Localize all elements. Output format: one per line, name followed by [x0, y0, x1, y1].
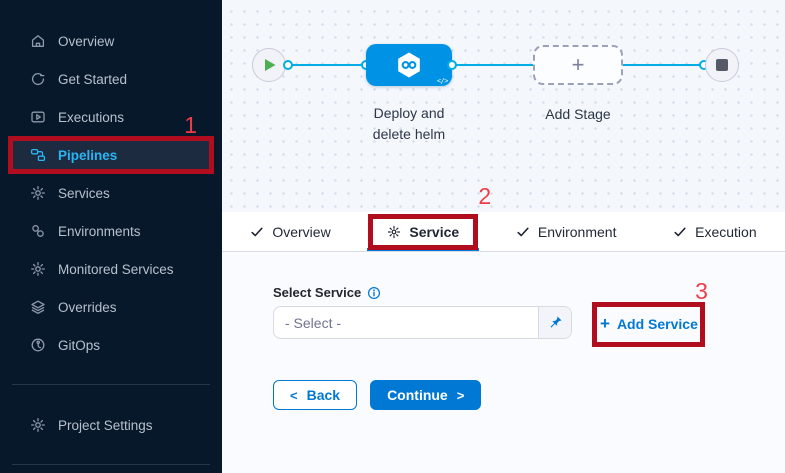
environments-icon — [30, 223, 46, 239]
sidebar-item-label: Executions — [58, 110, 124, 125]
sidebar-item-services[interactable]: Services — [13, 174, 211, 212]
pin-icon — [548, 315, 563, 330]
play-icon — [265, 59, 276, 71]
sidebar-item-label: Project Settings — [58, 418, 153, 433]
sidebar-item-monitored-services[interactable]: Monitored Services — [13, 250, 211, 288]
tab-label: Overview — [272, 224, 330, 240]
sidebar-item-pipelines[interactable]: Pipelines 1 — [13, 136, 211, 174]
services-gear-icon — [30, 185, 46, 201]
get-started-icon — [30, 71, 46, 87]
stage-tabbar: Overview Service 2 Environment — [222, 212, 785, 252]
sidebar-item-label: Overview — [58, 34, 114, 49]
sidebar-item-project-settings[interactable]: Project Settings — [13, 406, 211, 444]
cd-stage-icon — [394, 50, 424, 80]
sidebar-item-label: Environments — [58, 224, 141, 239]
tab-execution[interactable]: Execution — [669, 212, 760, 251]
tab-label: Execution — [695, 224, 756, 240]
code-icon: </> — [437, 77, 448, 85]
sidebar-item-label: GitOps — [58, 338, 100, 353]
plus-icon: + — [600, 315, 610, 332]
stop-icon — [716, 59, 728, 71]
gear-icon — [30, 417, 46, 433]
pipeline-connector-line — [269, 64, 723, 66]
main-panel: </> Deploy and delete helm + Add Stage O… — [222, 0, 785, 473]
sidebar-item-overrides[interactable]: Overrides — [13, 288, 211, 326]
tab-label: Service — [409, 224, 459, 240]
check-icon — [673, 225, 687, 239]
sidebar: Overview Get Started Executions Pipeline… — [0, 0, 222, 473]
home-icon — [30, 33, 46, 49]
pin-button[interactable] — [538, 307, 571, 338]
pipelines-icon — [30, 147, 46, 163]
gitops-icon — [30, 337, 46, 353]
continue-button-label: Continue — [387, 387, 448, 403]
executions-icon — [30, 109, 46, 125]
sidebar-item-label: Overrides — [58, 300, 117, 315]
sidebar-item-executions[interactable]: Executions — [13, 98, 211, 136]
chevron-right-icon: > — [457, 388, 465, 403]
pipeline-canvas: </> Deploy and delete helm + Add Stage — [222, 0, 785, 212]
sidebar-item-gitops[interactable]: GitOps — [13, 326, 211, 364]
sidebar-item-overview[interactable]: Overview — [13, 22, 211, 60]
connector-dot — [283, 60, 293, 70]
info-icon[interactable] — [367, 286, 381, 300]
back-button[interactable]: < Back — [273, 380, 357, 410]
sidebar-item-environments[interactable]: Environments — [13, 212, 211, 250]
back-button-label: Back — [307, 387, 340, 403]
add-stage-label: Add Stage — [532, 106, 624, 122]
service-select[interactable]: - Select - — [273, 306, 572, 339]
layers-icon — [30, 299, 46, 315]
pipeline-start-node — [252, 48, 286, 82]
service-select-value: - Select - — [274, 307, 538, 338]
tab-label: Environment — [538, 224, 617, 240]
tab-service[interactable]: Service 2 — [383, 212, 463, 251]
service-tab-content: Select Service - Select - + Add Service … — [222, 252, 785, 473]
monitored-services-icon — [30, 261, 46, 277]
select-service-label: Select Service — [273, 285, 361, 300]
stage-name-label: Deploy and delete helm — [361, 103, 457, 145]
select-service-label-row: Select Service — [273, 285, 381, 300]
sidebar-item-label: Get Started — [58, 72, 127, 87]
tab-overview[interactable]: Overview — [246, 212, 334, 251]
chevron-left-icon: < — [290, 388, 298, 403]
plus-icon: + — [572, 54, 585, 76]
sidebar-nav: Overview Get Started Executions Pipeline… — [0, 0, 222, 364]
sidebar-item-label: Services — [58, 186, 110, 201]
wizard-buttons: < Back Continue > — [273, 380, 481, 410]
sidebar-divider — [12, 384, 210, 385]
stage-node-deploy[interactable]: </> — [366, 44, 452, 86]
tab-environment[interactable]: Environment — [512, 212, 621, 251]
pipeline-end-node — [705, 48, 739, 82]
sidebar-item-get-started[interactable]: Get Started — [13, 60, 211, 98]
sidebar-item-label: Pipelines — [58, 148, 117, 163]
add-service-button[interactable]: + Add Service 3 — [600, 314, 698, 333]
check-icon — [250, 225, 264, 239]
add-service-label: Add Service — [617, 316, 698, 332]
gear-icon — [387, 225, 401, 239]
sidebar-item-label: Monitored Services — [58, 262, 174, 277]
sidebar-divider — [12, 464, 210, 465]
add-stage-button[interactable]: + — [533, 45, 623, 85]
app-root: Overview Get Started Executions Pipeline… — [0, 0, 785, 473]
continue-button[interactable]: Continue > — [370, 380, 481, 410]
connector-dot — [447, 60, 457, 70]
annotation-number-3: 3 — [695, 280, 708, 303]
check-icon — [516, 225, 530, 239]
